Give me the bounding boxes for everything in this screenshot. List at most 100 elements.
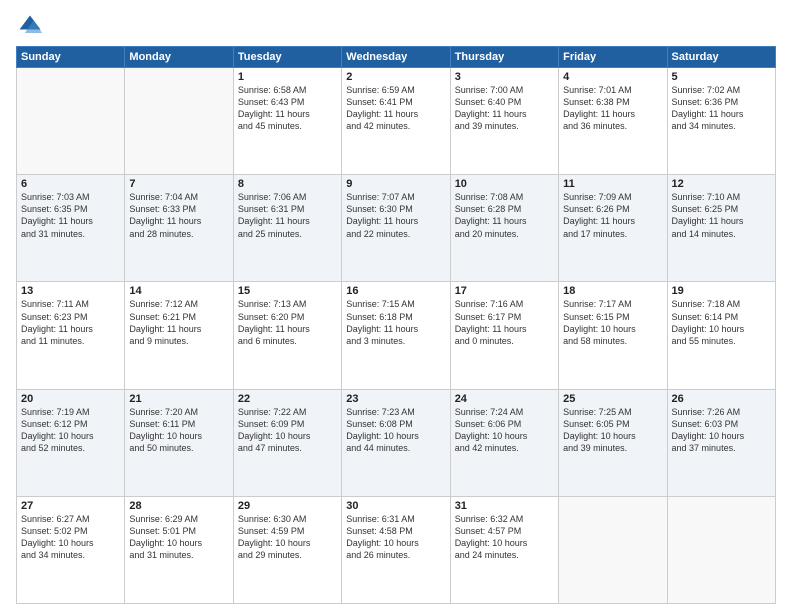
calendar-cell: 7Sunrise: 7:04 AM Sunset: 6:33 PM Daylig…: [125, 175, 233, 282]
day-number: 15: [238, 285, 337, 297]
day-number: 1: [238, 71, 337, 83]
calendar-cell: 2Sunrise: 6:59 AM Sunset: 6:41 PM Daylig…: [342, 68, 450, 175]
day-info: Sunrise: 7:07 AM Sunset: 6:30 PM Dayligh…: [346, 191, 445, 240]
day-info: Sunrise: 6:59 AM Sunset: 6:41 PM Dayligh…: [346, 84, 445, 133]
day-number: 23: [346, 393, 445, 405]
day-number: 27: [21, 500, 120, 512]
calendar-cell: 23Sunrise: 7:23 AM Sunset: 6:08 PM Dayli…: [342, 389, 450, 496]
day-number: 19: [672, 285, 771, 297]
day-number: 3: [455, 71, 554, 83]
weekday-friday: Friday: [559, 47, 667, 68]
calendar-cell: [559, 496, 667, 603]
calendar-cell: [667, 496, 775, 603]
weekday-sunday: Sunday: [17, 47, 125, 68]
weekday-saturday: Saturday: [667, 47, 775, 68]
day-number: 12: [672, 178, 771, 190]
day-info: Sunrise: 6:30 AM Sunset: 4:59 PM Dayligh…: [238, 513, 337, 562]
calendar-cell: 30Sunrise: 6:31 AM Sunset: 4:58 PM Dayli…: [342, 496, 450, 603]
calendar-cell: 31Sunrise: 6:32 AM Sunset: 4:57 PM Dayli…: [450, 496, 558, 603]
day-number: 20: [21, 393, 120, 405]
week-row-4: 20Sunrise: 7:19 AM Sunset: 6:12 PM Dayli…: [17, 389, 776, 496]
day-info: Sunrise: 6:27 AM Sunset: 5:02 PM Dayligh…: [21, 513, 120, 562]
weekday-thursday: Thursday: [450, 47, 558, 68]
calendar-cell: 26Sunrise: 7:26 AM Sunset: 6:03 PM Dayli…: [667, 389, 775, 496]
day-number: 4: [563, 71, 662, 83]
day-number: 9: [346, 178, 445, 190]
day-info: Sunrise: 7:09 AM Sunset: 6:26 PM Dayligh…: [563, 191, 662, 240]
day-info: Sunrise: 7:24 AM Sunset: 6:06 PM Dayligh…: [455, 406, 554, 455]
day-number: 14: [129, 285, 228, 297]
day-info: Sunrise: 7:08 AM Sunset: 6:28 PM Dayligh…: [455, 191, 554, 240]
day-info: Sunrise: 7:19 AM Sunset: 6:12 PM Dayligh…: [21, 406, 120, 455]
calendar-cell: 8Sunrise: 7:06 AM Sunset: 6:31 PM Daylig…: [233, 175, 341, 282]
week-row-3: 13Sunrise: 7:11 AM Sunset: 6:23 PM Dayli…: [17, 282, 776, 389]
calendar-cell: 19Sunrise: 7:18 AM Sunset: 6:14 PM Dayli…: [667, 282, 775, 389]
day-number: 22: [238, 393, 337, 405]
calendar-cell: 5Sunrise: 7:02 AM Sunset: 6:36 PM Daylig…: [667, 68, 775, 175]
calendar-cell: 24Sunrise: 7:24 AM Sunset: 6:06 PM Dayli…: [450, 389, 558, 496]
calendar-cell: [17, 68, 125, 175]
day-number: 8: [238, 178, 337, 190]
day-info: Sunrise: 7:13 AM Sunset: 6:20 PM Dayligh…: [238, 298, 337, 347]
calendar-cell: 22Sunrise: 7:22 AM Sunset: 6:09 PM Dayli…: [233, 389, 341, 496]
calendar-cell: 21Sunrise: 7:20 AM Sunset: 6:11 PM Dayli…: [125, 389, 233, 496]
calendar-cell: 9Sunrise: 7:07 AM Sunset: 6:30 PM Daylig…: [342, 175, 450, 282]
calendar-cell: 18Sunrise: 7:17 AM Sunset: 6:15 PM Dayli…: [559, 282, 667, 389]
weekday-monday: Monday: [125, 47, 233, 68]
day-info: Sunrise: 6:29 AM Sunset: 5:01 PM Dayligh…: [129, 513, 228, 562]
calendar-cell: 10Sunrise: 7:08 AM Sunset: 6:28 PM Dayli…: [450, 175, 558, 282]
calendar-cell: 14Sunrise: 7:12 AM Sunset: 6:21 PM Dayli…: [125, 282, 233, 389]
day-info: Sunrise: 7:00 AM Sunset: 6:40 PM Dayligh…: [455, 84, 554, 133]
calendar-cell: 3Sunrise: 7:00 AM Sunset: 6:40 PM Daylig…: [450, 68, 558, 175]
calendar-cell: 16Sunrise: 7:15 AM Sunset: 6:18 PM Dayli…: [342, 282, 450, 389]
day-info: Sunrise: 7:03 AM Sunset: 6:35 PM Dayligh…: [21, 191, 120, 240]
calendar-cell: 20Sunrise: 7:19 AM Sunset: 6:12 PM Dayli…: [17, 389, 125, 496]
day-number: 7: [129, 178, 228, 190]
day-info: Sunrise: 7:17 AM Sunset: 6:15 PM Dayligh…: [563, 298, 662, 347]
calendar-cell: 28Sunrise: 6:29 AM Sunset: 5:01 PM Dayli…: [125, 496, 233, 603]
week-row-5: 27Sunrise: 6:27 AM Sunset: 5:02 PM Dayli…: [17, 496, 776, 603]
day-number: 13: [21, 285, 120, 297]
day-info: Sunrise: 7:10 AM Sunset: 6:25 PM Dayligh…: [672, 191, 771, 240]
day-info: Sunrise: 7:25 AM Sunset: 6:05 PM Dayligh…: [563, 406, 662, 455]
day-number: 2: [346, 71, 445, 83]
calendar-cell: [125, 68, 233, 175]
calendar-cell: 1Sunrise: 6:58 AM Sunset: 6:43 PM Daylig…: [233, 68, 341, 175]
calendar-cell: 11Sunrise: 7:09 AM Sunset: 6:26 PM Dayli…: [559, 175, 667, 282]
calendar-cell: 17Sunrise: 7:16 AM Sunset: 6:17 PM Dayli…: [450, 282, 558, 389]
day-info: Sunrise: 7:15 AM Sunset: 6:18 PM Dayligh…: [346, 298, 445, 347]
day-info: Sunrise: 7:06 AM Sunset: 6:31 PM Dayligh…: [238, 191, 337, 240]
calendar-cell: 15Sunrise: 7:13 AM Sunset: 6:20 PM Dayli…: [233, 282, 341, 389]
day-info: Sunrise: 7:16 AM Sunset: 6:17 PM Dayligh…: [455, 298, 554, 347]
day-info: Sunrise: 7:11 AM Sunset: 6:23 PM Dayligh…: [21, 298, 120, 347]
logo: [16, 12, 48, 40]
day-number: 31: [455, 500, 554, 512]
header: [16, 12, 776, 40]
day-number: 21: [129, 393, 228, 405]
day-number: 18: [563, 285, 662, 297]
day-number: 28: [129, 500, 228, 512]
calendar-cell: 4Sunrise: 7:01 AM Sunset: 6:38 PM Daylig…: [559, 68, 667, 175]
weekday-wednesday: Wednesday: [342, 47, 450, 68]
day-number: 25: [563, 393, 662, 405]
day-info: Sunrise: 7:22 AM Sunset: 6:09 PM Dayligh…: [238, 406, 337, 455]
day-info: Sunrise: 6:58 AM Sunset: 6:43 PM Dayligh…: [238, 84, 337, 133]
logo-icon: [16, 12, 44, 40]
calendar-page: SundayMondayTuesdayWednesdayThursdayFrid…: [0, 0, 792, 612]
calendar-cell: 12Sunrise: 7:10 AM Sunset: 6:25 PM Dayli…: [667, 175, 775, 282]
day-info: Sunrise: 6:32 AM Sunset: 4:57 PM Dayligh…: [455, 513, 554, 562]
day-info: Sunrise: 7:12 AM Sunset: 6:21 PM Dayligh…: [129, 298, 228, 347]
day-number: 17: [455, 285, 554, 297]
day-info: Sunrise: 7:02 AM Sunset: 6:36 PM Dayligh…: [672, 84, 771, 133]
day-info: Sunrise: 7:01 AM Sunset: 6:38 PM Dayligh…: [563, 84, 662, 133]
day-number: 16: [346, 285, 445, 297]
calendar-cell: 13Sunrise: 7:11 AM Sunset: 6:23 PM Dayli…: [17, 282, 125, 389]
day-number: 6: [21, 178, 120, 190]
week-row-1: 1Sunrise: 6:58 AM Sunset: 6:43 PM Daylig…: [17, 68, 776, 175]
day-number: 26: [672, 393, 771, 405]
day-number: 11: [563, 178, 662, 190]
day-info: Sunrise: 7:23 AM Sunset: 6:08 PM Dayligh…: [346, 406, 445, 455]
day-info: Sunrise: 7:04 AM Sunset: 6:33 PM Dayligh…: [129, 191, 228, 240]
weekday-header-row: SundayMondayTuesdayWednesdayThursdayFrid…: [17, 47, 776, 68]
day-number: 5: [672, 71, 771, 83]
